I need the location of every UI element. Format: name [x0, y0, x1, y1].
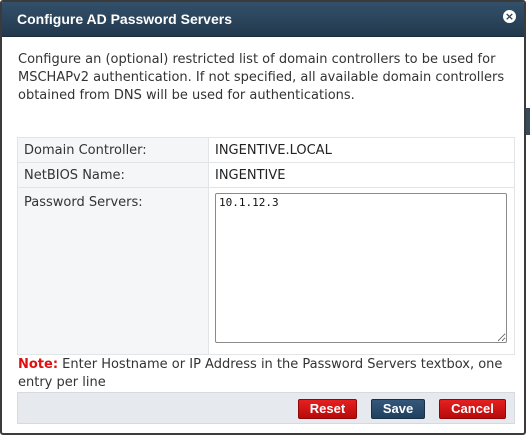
- note-message: Enter Hostname or IP Address in the Pass…: [18, 357, 503, 390]
- netbios-name-value: INGENTIVE: [208, 162, 515, 188]
- password-servers-label: Password Servers:: [17, 187, 209, 355]
- domain-controller-label: Domain Controller:: [17, 137, 209, 163]
- dialog-description: Configure an (optional) restricted list …: [18, 52, 505, 103]
- password-servers-textarea[interactable]: 10.1.12.3: [215, 193, 507, 343]
- domain-controller-value: INGENTIVE.LOCAL: [208, 137, 515, 163]
- dialog-title: Configure AD Password Servers: [17, 11, 232, 27]
- note-label: Note:: [18, 357, 59, 372]
- netbios-name-row: NetBIOS Name: INGENTIVE: [17, 162, 515, 188]
- cancel-button[interactable]: Cancel: [439, 399, 506, 419]
- save-button[interactable]: Save: [371, 399, 425, 419]
- password-servers-row: Password Servers: 10.1.12.3: [17, 187, 515, 355]
- password-servers-cell: 10.1.12.3: [208, 187, 515, 355]
- settings-form-table: Domain Controller: INGENTIVE.LOCAL NetBI…: [17, 137, 515, 355]
- note-text: Note: Enter Hostname or IP Address in th…: [18, 356, 518, 392]
- close-icon[interactable]: ×: [503, 10, 516, 23]
- netbios-name-label: NetBIOS Name:: [17, 162, 209, 188]
- reset-button[interactable]: Reset: [298, 399, 357, 419]
- dialog-button-bar: Reset Save Cancel: [17, 392, 515, 424]
- domain-controller-row: Domain Controller: INGENTIVE.LOCAL: [17, 137, 515, 163]
- dialog-titlebar[interactable]: Configure AD Password Servers ×: [2, 2, 524, 37]
- configure-ad-password-servers-dialog: Configure AD Password Servers × Configur…: [0, 0, 526, 435]
